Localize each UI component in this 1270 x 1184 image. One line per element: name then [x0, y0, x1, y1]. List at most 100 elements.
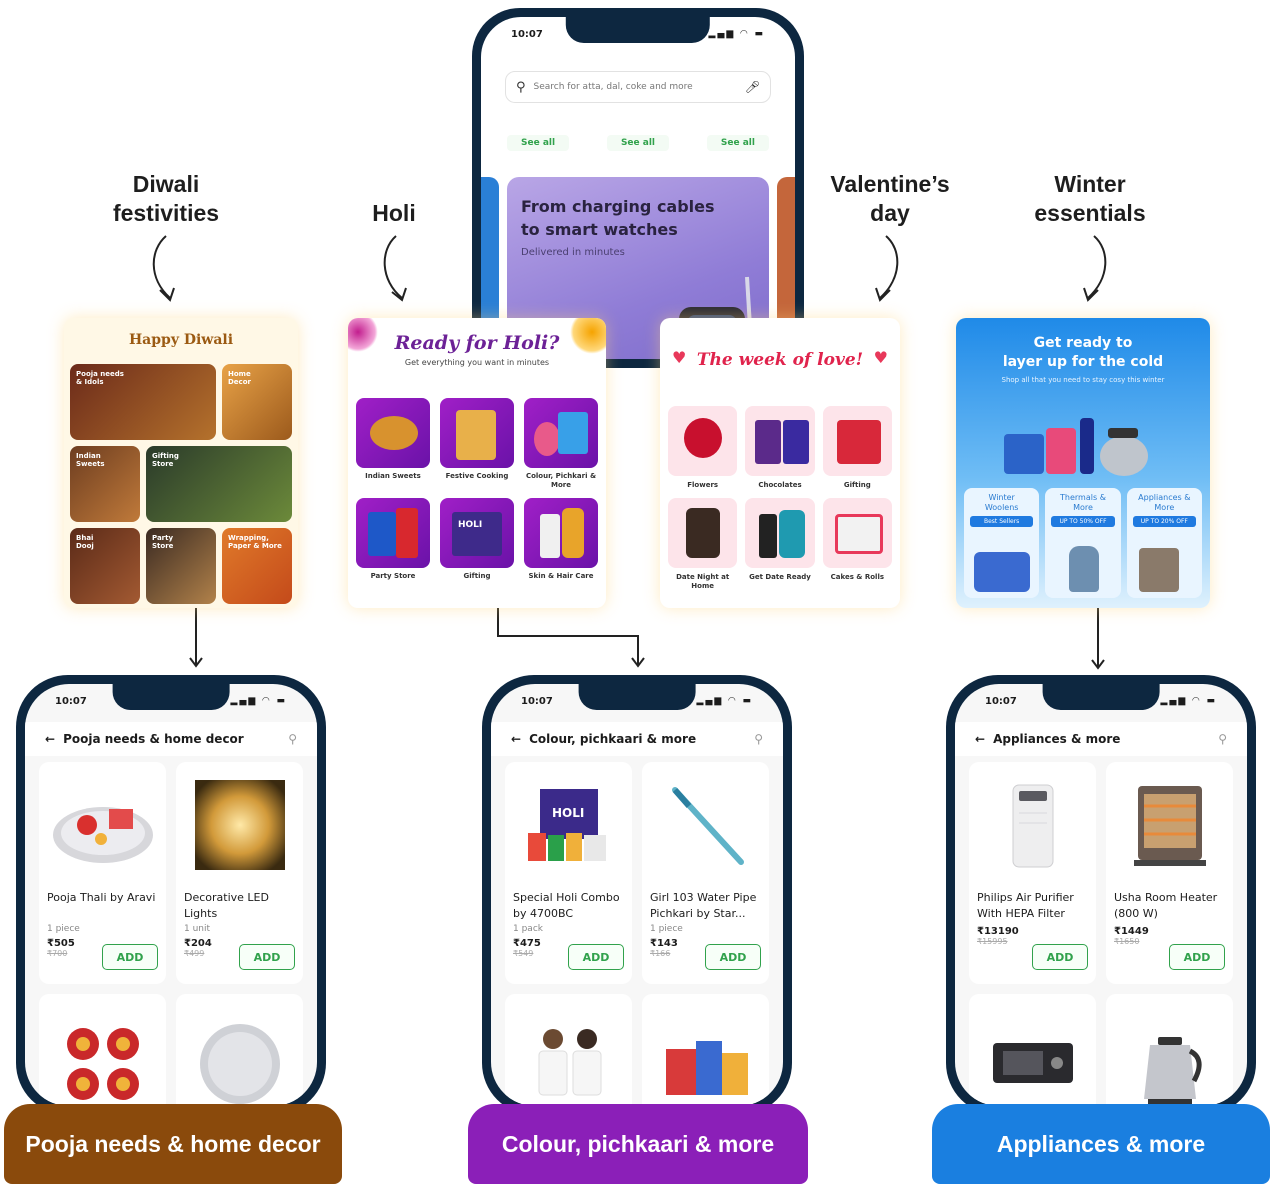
- status-icons: ▂▄▆ ◠ ▬: [696, 696, 753, 706]
- add-button[interactable]: ADD: [705, 944, 761, 970]
- valentine-tile-gifting[interactable]: Gifting: [822, 406, 892, 490]
- valentine-tile-chocolates[interactable]: Chocolates: [745, 406, 815, 490]
- product-image-room-heater: [1114, 770, 1225, 880]
- diwali-tile-home-decor[interactable]: Home Decor: [222, 364, 292, 440]
- phone-appliances: 10:07 ▂▄▆ ◠ ▬ ← Appliances & more ⚲ Philips…: [946, 675, 1256, 1115]
- valentine-tile-date-night[interactable]: Date Night at Home: [668, 498, 738, 591]
- arrow-holi-down: [497, 608, 639, 666]
- add-button[interactable]: ADD: [239, 944, 295, 970]
- product-card[interactable]: [1106, 994, 1233, 1106]
- back-arrow-icon[interactable]: ←: [45, 732, 55, 746]
- holi-tile-party[interactable]: Party Store: [356, 498, 430, 581]
- winter-subtitle: Shop all that you need to stay cosy this…: [1001, 376, 1165, 384]
- status-icons: ▂▄▆ ◠ ▬: [1160, 696, 1217, 706]
- product-image-led-lights: [184, 770, 295, 880]
- product-image-tshirts: [538, 1029, 601, 1096]
- search-icon[interactable]: ⚲: [754, 732, 763, 746]
- product-qty: 1 piece: [47, 924, 80, 934]
- product-card[interactable]: [969, 994, 1096, 1106]
- diwali-tile-sweets[interactable]: Indian Sweets: [70, 446, 140, 522]
- winter-tile-appliances[interactable]: Appliances & More UP TO 20% OFF: [1126, 488, 1202, 598]
- valentine-title: The week of love!: [696, 350, 864, 370]
- add-button[interactable]: ADD: [102, 944, 158, 970]
- valentine-card[interactable]: ♥ ♥ The week of love! Flowers Chocolates…: [660, 318, 900, 608]
- winter-products-image: [1004, 418, 1148, 476]
- add-button[interactable]: ADD: [1032, 944, 1088, 970]
- holi-tile-skin[interactable]: Skin & Hair Care: [524, 498, 598, 581]
- product-price: ₹1449: [1114, 926, 1149, 937]
- winter-tile-woolens[interactable]: Winter Woolens Best Sellers: [964, 488, 1040, 598]
- product-card[interactable]: Girl 103 Water Pipe Pichkari by Star... …: [642, 762, 769, 984]
- diwali-tile-party[interactable]: Party Store: [146, 528, 216, 604]
- banner-holi[interactable]: Colour, pichkaari & more: [468, 1104, 808, 1184]
- phone-pooja: 10:07 ▂▄▆ ◠ ▬ ← Pooja needs & home decor ⚲ …: [16, 675, 326, 1115]
- diwali-tile-wrapping[interactable]: Wrapping, Paper & More: [222, 528, 292, 604]
- product-image-thali: [47, 770, 158, 880]
- valentine-tile-date-ready[interactable]: Get Date Ready: [745, 498, 815, 591]
- holi-tile-colour[interactable]: Colour, Pichkari & More: [524, 398, 598, 490]
- product-image-colour-pack: [665, 1041, 748, 1095]
- winter-card[interactable]: Get ready to layer up for the cold Shop a…: [956, 318, 1210, 608]
- arrow-winter: [1087, 235, 1107, 299]
- product-card[interactable]: Philips Air Purifier With HEPA Filter ₹1…: [969, 762, 1096, 984]
- holi-tile-gifting[interactable]: HOLI Gifting: [440, 498, 514, 581]
- product-name: Pooja Thali by Aravi: [47, 891, 156, 904]
- heart-icon-left: ♥: [672, 348, 687, 367]
- valentine-tile-cakes[interactable]: Cakes & Rolls: [822, 498, 892, 591]
- product-image-holi-combo: HOLI: [513, 770, 624, 880]
- product-card[interactable]: [176, 994, 303, 1106]
- product-image-kettle: [1143, 1037, 1202, 1105]
- product-card[interactable]: Pooja Thali by Aravi 1 piece ₹505 ₹700 A…: [39, 762, 166, 984]
- add-button[interactable]: ADD: [568, 944, 624, 970]
- status-time: 10:07: [985, 696, 1017, 707]
- search-icon[interactable]: ⚲: [1218, 732, 1227, 746]
- holi-tile-cooking[interactable]: Festive Cooking: [440, 398, 514, 490]
- winter-tile-thermals[interactable]: Thermals & More UP TO 50% OFF: [1045, 488, 1121, 598]
- product-image-air-purifier: [977, 770, 1088, 880]
- add-button[interactable]: ADD: [1169, 944, 1225, 970]
- arrow-valentine: [879, 235, 899, 299]
- back-arrow-icon[interactable]: ←: [511, 732, 521, 746]
- product-name: Special Holi Combo by 4700BC: [513, 891, 620, 920]
- product-name: Philips Air Purifier With HEPA Filter: [977, 891, 1074, 920]
- phone-holi: 10:07 ▂▄▆ ◠ ▬ ← Colour, pichkaari & more ⚲ …: [482, 675, 792, 1115]
- product-card[interactable]: HOLI Special Holi Combo by 4700BC 1 pack…: [505, 762, 632, 984]
- product-name: Usha Room Heater (800 W): [1114, 891, 1218, 920]
- product-card[interactable]: [505, 994, 632, 1106]
- holi-tile-sweets[interactable]: Indian Sweets: [356, 398, 430, 490]
- diwali-tile-gifting[interactable]: Gifting Store: [146, 446, 292, 522]
- product-name: Decorative LED Lights: [184, 891, 269, 920]
- diwali-title: Happy Diwali: [128, 332, 234, 348]
- product-image-fan-heater: [992, 1043, 1073, 1083]
- back-arrow-icon[interactable]: ←: [975, 732, 985, 746]
- page-title: Pooja needs & home decor: [63, 732, 244, 746]
- product-card[interactable]: [39, 994, 166, 1106]
- status-time: 10:07: [521, 696, 553, 707]
- banner-pooja[interactable]: Pooja needs & home decor: [4, 1104, 342, 1184]
- svg-text:HOLI: HOLI: [552, 806, 584, 820]
- product-price: ₹13190: [977, 926, 1019, 937]
- holi-subtitle: Get everything you want in minutes: [404, 358, 550, 367]
- product-card[interactable]: Usha Room Heater (800 W) ₹1449 ₹1650 ADD: [1106, 762, 1233, 984]
- product-image-pichkari: [650, 770, 761, 880]
- product-qty: 1 piece: [650, 924, 683, 934]
- heart-icon-right: ♥: [873, 348, 888, 367]
- diwali-tile-pooja[interactable]: Pooja needs & Idols: [70, 364, 216, 440]
- status-icons: ▂▄▆ ◠ ▬: [230, 696, 287, 706]
- product-card[interactable]: [642, 994, 769, 1106]
- valentine-tile-flowers[interactable]: Flowers: [668, 406, 738, 490]
- holi-card[interactable]: Ready for Holi? Get everything you want …: [348, 318, 606, 608]
- diwali-card[interactable]: Happy Diwali Pooja needs & Idols Home De…: [64, 318, 298, 608]
- product-qty: 1 unit: [184, 924, 211, 934]
- search-icon[interactable]: ⚲: [288, 732, 297, 746]
- page-title: Colour, pichkaari & more: [529, 732, 697, 746]
- banner-appliances[interactable]: Appliances & more: [932, 1104, 1270, 1184]
- diwali-tile-bhai-dooj[interactable]: Bhai Dooj: [70, 528, 140, 604]
- arrow-holi: [383, 235, 403, 299]
- status-time: 10:07: [55, 696, 87, 707]
- product-card[interactable]: Decorative LED Lights 1 unit ₹204 ₹499 A…: [176, 762, 303, 984]
- product-image-diyas: [66, 1028, 139, 1100]
- arrow-diwali: [152, 235, 171, 299]
- product-name: Girl 103 Water Pipe Pichkari by Star...: [650, 891, 757, 920]
- product-qty: 1 pack: [513, 924, 543, 934]
